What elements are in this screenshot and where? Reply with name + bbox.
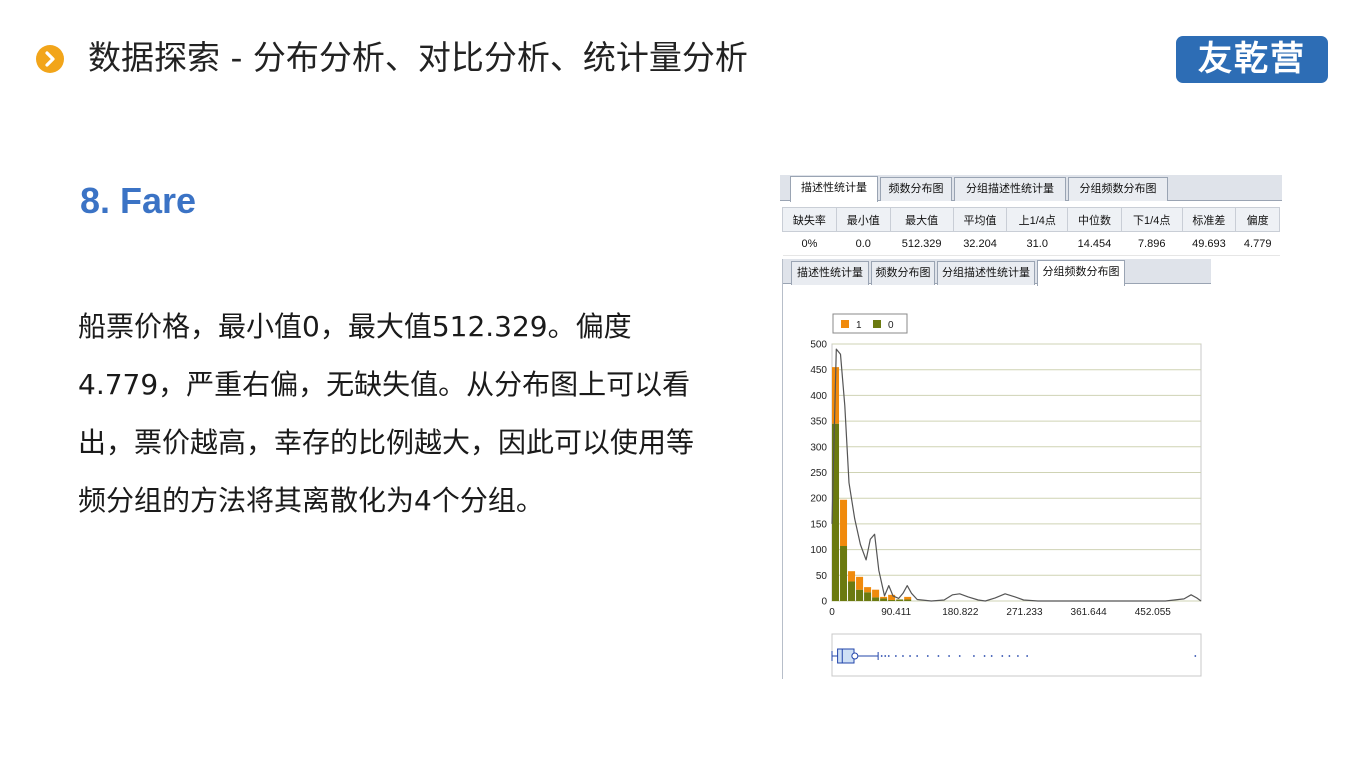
bar-series-1: [904, 596, 912, 600]
x-tick-label: 180.822: [942, 607, 979, 618]
tab-group-frequency-chart[interactable]: 分组频数分布图: [1037, 260, 1125, 286]
frequency-chart: 0 50 100 150 200 250 300 350 400 450 500 0 90.411 180…: [810, 313, 1202, 677]
y-tick-label: 300: [810, 442, 827, 453]
boxplot-outlier: [1008, 655, 1011, 657]
tab-descriptive-stats[interactable]: 描述性统计量: [791, 261, 869, 285]
top-tab-bar: 描述性统计量 频数分布图 分组描述性统计量 分组频数分布图: [780, 175, 1282, 202]
boxplot-outlier: [884, 655, 887, 657]
boxplot-outlier: [887, 655, 890, 657]
y-tick-label: 0: [821, 597, 827, 608]
bar-series-0: [896, 599, 904, 601]
table-row: 0% 0.0 512.329 32.204 31.0 14.454 7.896 …: [782, 231, 1280, 256]
stats-table: 缺失率 最小值 最大值 平均值 上1/4点 中位数 下1/4点 标准差 偏度 0…: [782, 207, 1280, 256]
y-tick-label: 50: [816, 571, 828, 582]
column-header: 标准差: [1181, 207, 1237, 232]
bar-series-0: [880, 598, 888, 601]
table-header-row: 缺失率 最小值 最大值 平均值 上1/4点 中位数 下1/4点 标准差 偏度: [782, 207, 1280, 232]
bar-series-0: [856, 589, 864, 601]
table-cell: 31.0: [1006, 231, 1068, 256]
bar-series-1: [864, 587, 872, 593]
column-header: 最小值: [835, 207, 891, 232]
tab-group-descriptive-stats[interactable]: 分组描述性统计量: [937, 261, 1035, 285]
y-tick-label: 100: [810, 545, 827, 556]
boxplot-outlier: [894, 655, 897, 657]
bar-series-1: [848, 571, 856, 582]
bar-series-0: [840, 546, 848, 601]
bar-series-0: [872, 597, 880, 601]
bar-series-1: [872, 589, 880, 598]
y-tick-label: 200: [810, 494, 827, 505]
bar-series-1: [840, 499, 848, 547]
boxplot-outlier: [990, 655, 993, 657]
x-tick-label: 271.233: [1006, 607, 1043, 618]
bottom-tab-bar: 描述性统计量 频数分布图 分组描述性统计量 分组频数分布图: [783, 259, 1211, 286]
boxplot-outlier: [926, 655, 929, 657]
bar-series-1: [856, 576, 864, 590]
boxplot-outlier: [1017, 655, 1019, 657]
y-tick-label: 150: [810, 519, 827, 530]
legend-swatch-1: [841, 320, 849, 328]
boxplot-mean: [851, 652, 859, 660]
boxplot-outlier: [937, 655, 940, 657]
boxplot-outlier: [948, 655, 950, 657]
tab-group-descriptive-stats[interactable]: 分组描述性统计量: [954, 177, 1066, 201]
x-tick-label: 361.644: [1071, 607, 1108, 618]
boxplot-outlier: [880, 655, 883, 657]
y-tick-label: 400: [810, 391, 827, 402]
x-tick-label: 0: [829, 607, 835, 618]
table-cell: 4.779: [1235, 231, 1280, 256]
table-cell: 512.329: [890, 231, 954, 256]
boxplot-outlier: [902, 655, 904, 657]
boxplot-outlier: [916, 655, 919, 657]
column-header: 上1/4点: [1006, 207, 1069, 232]
column-header: 中位数: [1067, 207, 1122, 232]
body-paragraph: 船票价格，最小值0，最大值512.329。偏度4.779，严重右偏，无缺失值。从…: [78, 310, 695, 517]
bar-series-1: [888, 594, 896, 600]
table-cell: 49.693: [1182, 231, 1236, 256]
boxplot-outlier: [958, 655, 961, 657]
legend-label-0: 0: [888, 320, 894, 331]
bar-series-0: [848, 581, 856, 601]
brand-logo: 友乾营: [1176, 36, 1328, 83]
section-heading: 8. Fare: [80, 180, 197, 221]
table-cell: 7.896: [1121, 231, 1183, 256]
column-header: 缺失率: [782, 207, 837, 232]
chevron-right-icon: [36, 45, 64, 73]
table-cell: 0%: [782, 231, 837, 256]
bar-series-0: [904, 599, 912, 601]
bar-series-0: [864, 592, 872, 601]
boxplot-outlier: [909, 655, 911, 657]
stats-panel: 描述性统计量 频数分布图 分组描述性统计量 分组频数分布图 缺失率 最小值 最大…: [780, 175, 1282, 257]
column-header: 平均值: [952, 207, 1008, 232]
table-cell: 14.454: [1067, 231, 1122, 256]
x-tick-label: 452.055: [1135, 607, 1172, 618]
y-tick-label: 250: [810, 468, 827, 479]
boxplot-outlier: [1026, 655, 1029, 657]
table-cell: 32.204: [953, 231, 1007, 256]
tab-frequency-chart[interactable]: 频数分布图: [871, 261, 935, 285]
column-header: 偏度: [1235, 207, 1280, 232]
boxplot-area: [831, 633, 1202, 677]
tab-group-frequency-chart[interactable]: 分组频数分布图: [1068, 177, 1168, 201]
y-tick-label: 500: [810, 340, 827, 351]
chart-panel: 描述性统计量 频数分布图 分组描述性统计量 分组频数分布图 0 50 100 150 2…: [782, 259, 1211, 679]
y-tick-label: 450: [810, 365, 827, 376]
column-header: 下1/4点: [1120, 207, 1183, 232]
tab-frequency-chart[interactable]: 频数分布图: [880, 177, 952, 201]
tab-descriptive-stats[interactable]: 描述性统计量: [790, 176, 878, 202]
column-header: 最大值: [889, 207, 954, 232]
y-tick-label: 350: [810, 417, 827, 428]
bar-series-0: [832, 423, 840, 601]
bar-series-1: [880, 596, 888, 599]
page-title: 数据探索 - 分布分析、对比分析、统计量分析: [88, 38, 748, 77]
x-tick-label: 90.411: [881, 607, 911, 618]
bar-series-0: [888, 599, 896, 601]
boxplot-outlier: [983, 655, 986, 657]
boxplot-outlier: [1001, 655, 1004, 657]
boxplot-outlier: [973, 655, 975, 657]
legend-label-1: 1: [856, 320, 862, 331]
legend-swatch-0: [873, 320, 881, 328]
table-cell: 0.0: [836, 231, 891, 256]
boxplot-outlier: [1194, 655, 1197, 657]
